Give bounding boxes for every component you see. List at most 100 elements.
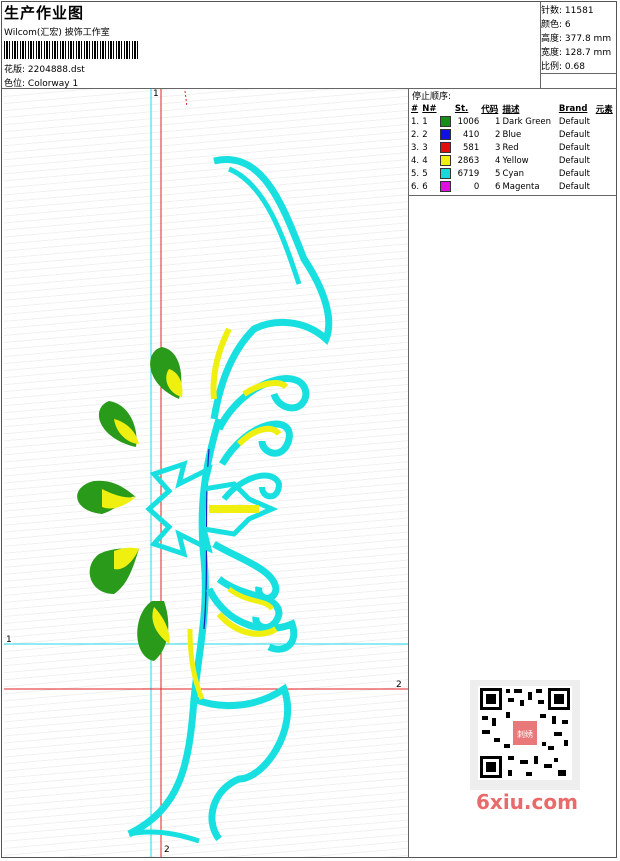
page-title: 生产作业图 bbox=[4, 4, 85, 22]
row-description: Dark Green bbox=[502, 116, 552, 127]
design-canvas[interactable]: 1 1 2 2 bbox=[4, 89, 408, 857]
row-needle: 5 bbox=[422, 168, 428, 179]
stop-sequence-panel: 停止顺序: # N# St. 代码 描述 Brand 元素 1. 1 1006 … bbox=[410, 89, 616, 193]
qr-code: 刺绣 bbox=[470, 680, 580, 790]
qr-code-image: 刺绣 bbox=[478, 686, 572, 780]
row-code: 4 bbox=[495, 155, 501, 166]
row-element bbox=[595, 180, 616, 193]
axis-v2-label: 2 bbox=[164, 845, 170, 855]
row-stitches: 410 bbox=[463, 129, 480, 140]
row-index: 2. bbox=[411, 129, 420, 140]
col-index: # bbox=[411, 104, 419, 114]
col-code: 代码 bbox=[481, 105, 499, 115]
embroidery-preview bbox=[4, 89, 408, 857]
row-code: 5 bbox=[495, 168, 501, 179]
petal-3 bbox=[77, 480, 136, 514]
design-file-label: 花版: bbox=[4, 65, 26, 75]
stitches-value: 11581 bbox=[564, 6, 594, 16]
table-row: 3. 3 581 3 Red Default bbox=[410, 141, 616, 154]
bottom-curl bbox=[128, 829, 200, 844]
color-swatch bbox=[440, 155, 452, 166]
color-table-header: # N# St. 代码 描述 Brand 元素 bbox=[410, 103, 616, 115]
row-code: 6 bbox=[495, 181, 501, 192]
scale-label: 比例: bbox=[541, 62, 563, 72]
petal-5 bbox=[137, 601, 170, 661]
color-swatch bbox=[440, 168, 452, 179]
row-index: 6. bbox=[411, 181, 420, 192]
width-row: 宽度: 128.7 mm bbox=[541, 46, 611, 60]
row-element bbox=[595, 115, 616, 128]
row-index: 5. bbox=[411, 168, 420, 179]
height-value: 377.8 mm bbox=[564, 34, 612, 44]
row-swatch-cell bbox=[439, 115, 453, 128]
col-brand: Brand bbox=[558, 104, 588, 114]
row-code: 1 bbox=[495, 116, 501, 127]
row-swatch-cell bbox=[439, 167, 453, 180]
row-element bbox=[595, 167, 616, 180]
row-needle: 4 bbox=[422, 155, 428, 166]
row-swatch-cell bbox=[439, 141, 453, 154]
axis-v1-label: 1 bbox=[153, 89, 159, 99]
row-brand: Default bbox=[558, 181, 590, 192]
row-stitches: 2863 bbox=[457, 155, 480, 166]
row-brand: Default bbox=[558, 129, 590, 140]
row-index: 4. bbox=[411, 155, 420, 166]
row-brand: Default bbox=[558, 155, 590, 166]
row-stitches: 581 bbox=[463, 142, 480, 153]
row-stitches: 0 bbox=[473, 181, 480, 192]
curl-3 bbox=[221, 472, 283, 501]
scale-row: 比例: 0.68 bbox=[541, 60, 611, 74]
axis-h2-label: 2 bbox=[396, 680, 402, 690]
curl-1-yellow bbox=[242, 380, 289, 397]
petal-1 bbox=[150, 347, 183, 399]
row-index: 1. bbox=[411, 116, 420, 127]
stop-sequence-title: 停止顺序: bbox=[412, 92, 452, 102]
row-swatch-cell bbox=[439, 128, 453, 141]
row-needle: 3 bbox=[422, 142, 428, 153]
row-code: 3 bbox=[495, 142, 501, 153]
colors-row: 颜色: 6 bbox=[541, 18, 611, 32]
stitches-row: 针数: 11581 bbox=[541, 4, 611, 18]
colors-label: 颜色: bbox=[541, 20, 563, 30]
row-index: 3. bbox=[411, 142, 420, 153]
row-needle: 6 bbox=[422, 181, 428, 192]
col-element: 元素 bbox=[595, 105, 613, 115]
table-row: 4. 4 2863 4 Yellow Default bbox=[410, 154, 616, 167]
axis-h1-label: 1 bbox=[6, 635, 12, 645]
scale-value: 0.68 bbox=[564, 62, 585, 72]
table-row: 5. 5 6719 5 Cyan Default bbox=[410, 167, 616, 180]
col-description: 描述 bbox=[502, 105, 520, 115]
row-description: Blue bbox=[502, 129, 522, 140]
petal-4 bbox=[89, 547, 139, 594]
row-element bbox=[595, 128, 616, 141]
row-brand: Default bbox=[558, 168, 590, 179]
stitches-label: 针数: bbox=[541, 6, 563, 16]
qr-badge-text: 刺绣 bbox=[517, 729, 533, 739]
header-left: 生产作业图 Wilcom(汇宏) 披饰工作室 bbox=[4, 2, 139, 59]
row-description: Red bbox=[502, 142, 519, 153]
color-swatch bbox=[440, 142, 452, 153]
table-row: 1. 1 1006 1 Dark Green Default bbox=[410, 115, 616, 128]
col-needle: N# bbox=[422, 104, 437, 114]
row-code: 2 bbox=[495, 129, 501, 140]
row-stitches: 6719 bbox=[457, 168, 480, 179]
design-file-value: 2204888.dst bbox=[27, 65, 85, 75]
row-element bbox=[595, 141, 616, 154]
width-value: 128.7 mm bbox=[564, 48, 612, 58]
site-watermark: 6xiu.com bbox=[476, 790, 578, 814]
row-element bbox=[595, 154, 616, 167]
petal-2 bbox=[98, 401, 139, 447]
table-bottom-rule bbox=[408, 195, 617, 196]
col-stitches: St. bbox=[454, 104, 469, 114]
table-row: 2. 2 410 2 Blue Default bbox=[410, 128, 616, 141]
row-description: Magenta bbox=[502, 181, 540, 192]
row-brand: Default bbox=[558, 142, 590, 153]
height-label: 高度: bbox=[541, 34, 563, 44]
row-brand: Default bbox=[558, 116, 590, 127]
design-file-row: 花版: 2204888.dst bbox=[4, 62, 85, 75]
row-swatch-cell bbox=[439, 154, 453, 167]
canvas-divider bbox=[408, 88, 409, 858]
row-needle: 1 bbox=[422, 116, 428, 127]
red-marker bbox=[184, 90, 188, 108]
color-swatch bbox=[440, 129, 452, 140]
